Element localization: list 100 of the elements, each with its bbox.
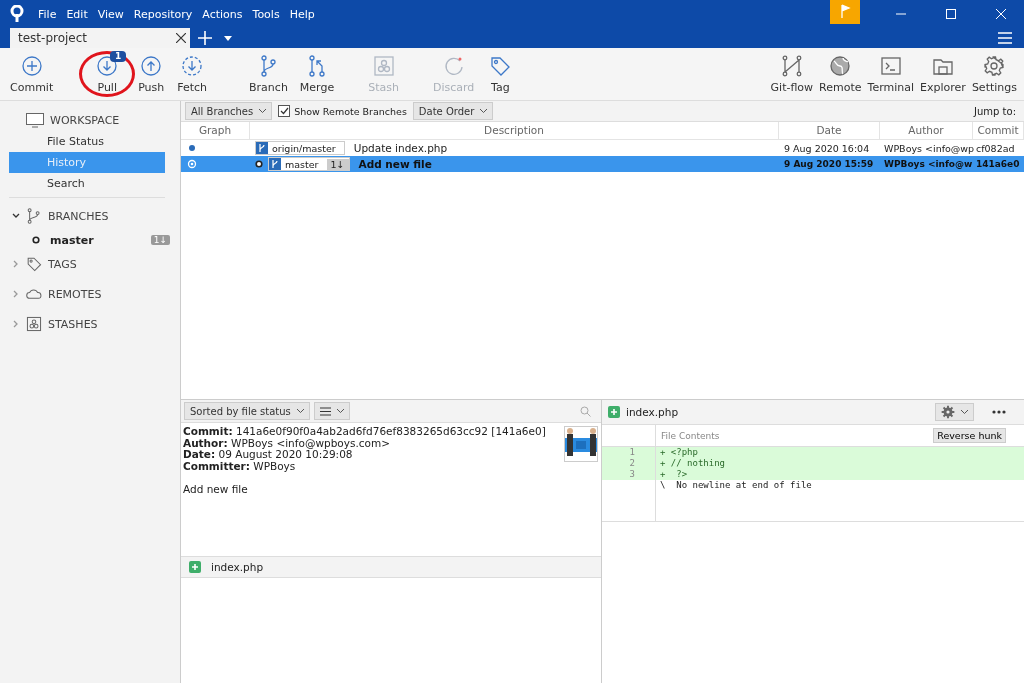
added-file-icon	[608, 406, 620, 418]
up-arrow-circle-icon	[140, 54, 163, 77]
toolbar-button[interactable]: Commit	[4, 54, 60, 94]
branch-name: origin/master	[271, 142, 337, 154]
more-icon[interactable]	[992, 410, 1006, 414]
sidebar-item[interactable]: File Status	[9, 131, 165, 152]
table-cell-text: cf082ad	[975, 142, 1016, 154]
section-title[interactable]: BRANCHES	[48, 209, 109, 223]
plus-circle-icon	[20, 54, 43, 77]
gear-icon	[941, 405, 955, 419]
line-number: 1	[629, 447, 635, 457]
maximize-icon[interactable]	[946, 9, 956, 19]
branch-icon	[26, 208, 42, 224]
toolbar-button[interactable]: Settings	[968, 54, 1020, 94]
caret-icon[interactable]	[224, 36, 232, 41]
menu-item[interactable]: Tools	[252, 7, 280, 21]
view-mode-dropdown[interactable]	[313, 402, 350, 420]
commit-detail: Committer: WPBoys	[183, 460, 297, 472]
down-arrow-circle-icon	[96, 54, 119, 77]
ring-icon	[32, 236, 40, 244]
branch-item[interactable]: master	[50, 233, 141, 247]
menu-item[interactable]: View	[97, 7, 124, 21]
toolbar-button[interactable]: Terminal	[864, 54, 918, 94]
head-marker-icon	[255, 160, 263, 168]
checkbox-label[interactable]: Show Remote Branches	[294, 105, 407, 117]
reverse-hunk-button[interactable]: Reverse hunk	[933, 428, 1006, 443]
chevron-right-icon[interactable]	[12, 290, 20, 298]
sort-dropdown[interactable]: Sorted by file status	[184, 402, 310, 420]
menu-item[interactable]: Actions	[202, 7, 243, 21]
gear-icon	[983, 54, 1006, 77]
globe-icon	[829, 54, 852, 77]
toolbar-button[interactable]: Remote	[816, 54, 865, 94]
table-cell-text: 9 Aug 2020 16:04	[783, 142, 871, 154]
commit-row[interactable]: origin/master Update index.php 9 Aug 2020 16:04 WPBoys <info@wp cf082ad	[181, 140, 1024, 156]
branch-icon	[269, 158, 281, 170]
menu-item[interactable]: Help	[289, 7, 315, 21]
code-line: \ No newline at end of file	[659, 480, 812, 491]
branch-icon	[256, 142, 268, 154]
section-title[interactable]: STASHES	[48, 317, 98, 331]
added-file-icon	[189, 561, 201, 573]
code-line: + <?php	[659, 447, 698, 458]
commit-message: Add new file	[183, 484, 249, 496]
branch-name: master	[284, 158, 320, 170]
chevron-down-icon	[336, 409, 344, 413]
chevron-down-icon	[961, 410, 968, 414]
count-badge: 1↓	[326, 158, 349, 170]
commit-message: Add new file	[358, 158, 432, 170]
menu-item[interactable]: Repository	[133, 7, 193, 21]
commit-detail: Author: WPBoys <info@wpboys.com>	[183, 437, 391, 449]
commit-detail: Commit: 141a6e0f90f0a4ab2ad6fd76ef8383265d63cc92 [141a6e0]	[183, 426, 547, 438]
chevron-down-icon	[259, 109, 267, 113]
code-line: + ?>	[659, 469, 688, 480]
chevron-down-icon[interactable]	[12, 212, 20, 220]
git-flow-icon	[780, 54, 803, 77]
commit-message: Update index.php	[353, 142, 448, 154]
sidebar-item[interactable]: Search	[9, 173, 165, 194]
menu-item[interactable]: File	[38, 7, 57, 21]
column-header[interactable]: Graph	[181, 122, 250, 139]
plus-icon[interactable]	[198, 31, 212, 45]
checkbox[interactable]	[278, 105, 291, 117]
list-icon	[319, 406, 331, 416]
boxes-icon	[26, 316, 42, 332]
count-badge: 1	[109, 50, 127, 62]
code-line: + // nothing	[659, 458, 726, 469]
toolbar-button[interactable]: Explorer	[917, 54, 969, 94]
toolbar-button[interactable]: Push	[131, 54, 172, 94]
toolbar-button[interactable]: Merge	[293, 54, 341, 94]
chevron-down-icon	[480, 109, 488, 113]
diff-options-dropdown[interactable]	[935, 403, 974, 421]
chevron-right-icon[interactable]	[12, 260, 20, 268]
column-header[interactable]: Date	[779, 122, 880, 139]
repository-tab[interactable]: test-project	[10, 28, 190, 48]
toolbar-button[interactable]: Branch	[243, 54, 294, 94]
tag-icon	[26, 256, 42, 272]
toolbar-button[interactable]: Git-flow	[767, 54, 817, 94]
close-icon[interactable]	[176, 33, 186, 43]
menu-icon[interactable]	[998, 32, 1012, 44]
commit-row[interactable]: master 1↓ Add new file 9 Aug 2020 15:59 WPBoys <info@w 141a6e0	[181, 156, 1024, 172]
section-title[interactable]: REMOTES	[48, 287, 102, 301]
graph-node-icon	[187, 143, 197, 153]
hunk-header: File Contents	[660, 430, 720, 441]
branches-dropdown[interactable]: All Branches	[185, 102, 273, 120]
order-dropdown[interactable]: Date Order	[412, 102, 494, 120]
boxes-icon	[372, 54, 395, 77]
chevron-right-icon[interactable]	[12, 320, 20, 328]
section-title[interactable]: TAGS	[48, 257, 77, 271]
table-cell-text: 9 Aug 2020 15:59	[783, 159, 875, 169]
monitor-icon	[26, 112, 44, 128]
toolbar-button[interactable]: Tag	[480, 54, 521, 94]
toolbar-button[interactable]: Fetch	[171, 54, 214, 94]
line-number: 3	[629, 469, 635, 479]
column-header[interactable]: Commit	[973, 122, 1024, 139]
chevron-down-icon	[296, 409, 304, 413]
column-header[interactable]: Author	[880, 122, 973, 139]
jump-to-label: Jump to:	[974, 105, 1016, 117]
column-header[interactable]: Description	[250, 122, 779, 139]
app-logo-icon	[10, 5, 24, 23]
cloud-icon	[26, 286, 42, 302]
menu-item[interactable]: Edit	[66, 7, 88, 21]
file-row[interactable]: index.php	[181, 557, 601, 578]
